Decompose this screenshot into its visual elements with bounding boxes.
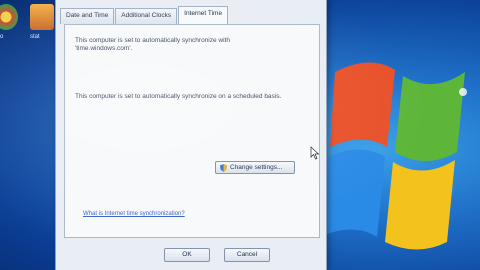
file-desktop-icon[interactable]: [30, 4, 54, 30]
change-settings-button[interactable]: Change settings...: [215, 161, 295, 174]
uac-shield-icon: [220, 163, 227, 172]
internet-time-panel: This computer is set to automatically sy…: [64, 24, 320, 238]
windows-logo-icon: [325, 62, 467, 250]
desktop-icon-label: stat: [30, 34, 40, 40]
sync-status-text: This computer is set to automatically sy…: [75, 37, 230, 53]
tab-strip: Date and Time Additional Clocks Internet…: [60, 6, 229, 24]
tab-date-and-time[interactable]: Date and Time: [60, 8, 115, 24]
sync-status-line2: 'time.windows.com'.: [75, 45, 133, 52]
tab-additional-clocks[interactable]: Additional Clocks: [115, 8, 178, 24]
tab-internet-time[interactable]: Internet Time: [178, 6, 229, 24]
ok-button[interactable]: OK: [164, 248, 210, 262]
sync-status-line1: This computer is set to automatically sy…: [75, 37, 230, 44]
cancel-button[interactable]: Cancel: [224, 248, 270, 262]
change-settings-label: Change settings...: [230, 164, 283, 171]
schedule-text: This computer is set to automatically sy…: [75, 93, 282, 100]
help-link[interactable]: What is Internet time synchronization?: [83, 211, 185, 217]
mouse-pointer-icon: [310, 146, 320, 160]
desktop-icon-label: o: [0, 34, 4, 40]
date-time-dialog: Date and Time Additional Clocks Internet…: [55, 0, 327, 270]
browser-desktop-icon[interactable]: [0, 4, 18, 30]
